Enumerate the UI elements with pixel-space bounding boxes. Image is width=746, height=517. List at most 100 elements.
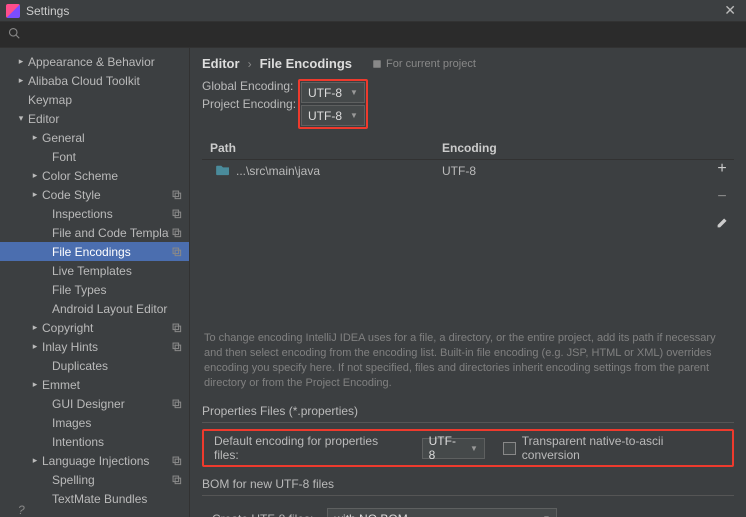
sidebar-item-label: File and Code Templates: [52, 226, 169, 240]
tree-arrow-icon: [28, 132, 42, 143]
project-encoding-dropdown[interactable]: UTF-8 ▼: [301, 105, 365, 126]
sidebar-item-label: Alibaba Cloud Toolkit: [28, 74, 183, 88]
sidebar-item-label: Spelling: [52, 473, 169, 487]
bom-dropdown[interactable]: with NO BOM ▼: [327, 508, 557, 517]
sidebar-item-keymap[interactable]: Keymap: [0, 90, 189, 109]
sidebar-item-inlay-hints[interactable]: Inlay Hints: [0, 337, 189, 356]
chevron-right-icon: ›: [248, 57, 252, 71]
scope-tag: For current project: [372, 58, 476, 70]
project-scope-icon: [169, 245, 183, 259]
row-path: ...\src\main\java: [236, 164, 320, 178]
ascii-checkbox[interactable]: [503, 442, 516, 455]
sidebar-item-label: Font: [52, 150, 183, 164]
project-scope-icon: [169, 340, 183, 354]
sidebar-item-label: File Encodings: [52, 245, 169, 259]
sidebar-item-code-style[interactable]: Code Style: [0, 185, 189, 204]
encoding-hint: To change encoding IntelliJ IDEA uses fo…: [204, 331, 732, 390]
tree-arrow-icon: [28, 379, 42, 390]
project-encoding-value: UTF-8: [308, 109, 342, 123]
chevron-down-icon: ▼: [350, 111, 358, 120]
content-pane: Editor › File Encodings For current proj…: [190, 48, 746, 517]
sidebar-item-android-layout-editor[interactable]: Android Layout Editor: [0, 299, 189, 318]
sidebar-item-spelling[interactable]: Spelling: [0, 470, 189, 489]
sidebar-item-emmet[interactable]: Emmet: [0, 375, 189, 394]
sidebar-item-label: Android Layout Editor: [52, 302, 183, 316]
sidebar-item-file-encodings[interactable]: File Encodings: [0, 242, 189, 261]
sidebar-item-label: Duplicates: [52, 359, 183, 373]
sidebar-item-inspections[interactable]: Inspections: [0, 204, 189, 223]
global-encoding-label: Global Encoding:: [202, 79, 298, 93]
ascii-checkbox-label[interactable]: Transparent native-to-ascii conversion: [522, 434, 722, 462]
folder-icon: [216, 164, 230, 179]
sidebar-item-label: File Types: [52, 283, 183, 297]
window-title: Settings: [26, 4, 720, 18]
project-scope-icon: [169, 207, 183, 221]
tree-arrow-icon: [28, 322, 42, 333]
row-encoding: UTF-8: [442, 164, 710, 178]
remove-icon[interactable]: −: [717, 188, 726, 206]
bom-section-title: BOM for new UTF-8 files: [202, 477, 734, 491]
props-encoding-dropdown[interactable]: UTF-8 ▼: [422, 438, 485, 459]
sidebar-item-label: Emmet: [42, 378, 183, 392]
close-icon[interactable]: ✕: [720, 2, 740, 19]
search-icon[interactable]: [0, 27, 28, 42]
sidebar-item-copyright[interactable]: Copyright: [0, 318, 189, 337]
sidebar-item-label: Language Injections: [42, 454, 169, 468]
tree-arrow-icon: [14, 113, 28, 124]
breadcrumb: Editor › File Encodings For current proj…: [202, 56, 734, 71]
edit-icon[interactable]: [716, 216, 729, 232]
chevron-down-icon: ▼: [350, 88, 358, 97]
properties-section-title: Properties Files (*.properties): [202, 404, 734, 418]
titlebar: Settings ✕: [0, 0, 746, 22]
highlight-encoding-dropdowns: UTF-8 ▼ UTF-8 ▼: [298, 79, 368, 129]
sidebar-item-gui-designer[interactable]: GUI Designer: [0, 394, 189, 413]
sidebar-item-images[interactable]: Images: [0, 413, 189, 432]
sidebar-item-label: Code Style: [42, 188, 169, 202]
sidebar-item-label: Live Templates: [52, 264, 183, 278]
global-encoding-dropdown[interactable]: UTF-8 ▼: [301, 82, 365, 103]
sidebar-item-file-types[interactable]: File Types: [0, 280, 189, 299]
sidebar-item-alibaba-cloud-toolkit[interactable]: Alibaba Cloud Toolkit: [0, 71, 189, 90]
sidebar-item-intentions[interactable]: Intentions: [0, 432, 189, 451]
project-scope-icon: [169, 188, 183, 202]
global-encoding-value: UTF-8: [308, 86, 342, 100]
divider: [202, 495, 734, 496]
breadcrumb-root[interactable]: Editor: [202, 56, 240, 71]
tree-arrow-icon: [14, 56, 28, 67]
sidebar-item-label: Appearance & Behavior: [28, 55, 183, 69]
sidebar-item-font[interactable]: Font: [0, 147, 189, 166]
project-encoding-label: Project Encoding:: [202, 97, 298, 111]
tree-arrow-icon: [14, 75, 28, 86]
chevron-down-icon: ▼: [470, 444, 478, 453]
sidebar-item-appearance-behavior[interactable]: Appearance & Behavior: [0, 52, 189, 71]
tree-arrow-icon: [28, 341, 42, 352]
sidebar-item-label: Editor: [28, 112, 183, 126]
sidebar-item-editor[interactable]: Editor: [0, 109, 189, 128]
app-icon: [6, 4, 20, 18]
sidebar-item-label: Images: [52, 416, 183, 430]
table-header: Path Encoding: [202, 137, 734, 160]
sidebar-item-live-templates[interactable]: Live Templates: [0, 261, 189, 280]
project-scope-icon: [169, 321, 183, 335]
sidebar-item-duplicates[interactable]: Duplicates: [0, 356, 189, 375]
sidebar-item-label: Intentions: [52, 435, 183, 449]
col-path[interactable]: Path: [202, 141, 442, 155]
project-scope-icon: [169, 397, 183, 411]
highlight-properties-row: Default encoding for properties files: U…: [202, 429, 734, 467]
sidebar-item-file-and-code-templates[interactable]: File and Code Templates: [0, 223, 189, 242]
sidebar-item-label: Copyright: [42, 321, 169, 335]
sidebar-item-language-injections[interactable]: Language Injections: [0, 451, 189, 470]
sidebar-item-general[interactable]: General: [0, 128, 189, 147]
help-icon[interactable]: ?: [18, 503, 25, 517]
settings-tree[interactable]: Appearance & Behavior Alibaba Cloud Toolk…: [0, 48, 190, 517]
sidebar-item-label: General: [42, 131, 183, 145]
sidebar-item-label: Inlay Hints: [42, 340, 169, 354]
col-encoding[interactable]: Encoding: [442, 141, 710, 155]
sidebar-item-label: TextMate Bundles: [52, 492, 183, 506]
add-icon[interactable]: +: [717, 160, 726, 178]
sidebar-item-color-scheme[interactable]: Color Scheme: [0, 166, 189, 185]
table-body[interactable]: ...\src\main\java UTF-8: [202, 160, 710, 325]
sidebar-item-textmate-bundles[interactable]: TextMate Bundles: [0, 489, 189, 508]
props-encoding-label: Default encoding for properties files:: [214, 434, 404, 462]
table-row[interactable]: ...\src\main\java UTF-8: [202, 160, 710, 182]
